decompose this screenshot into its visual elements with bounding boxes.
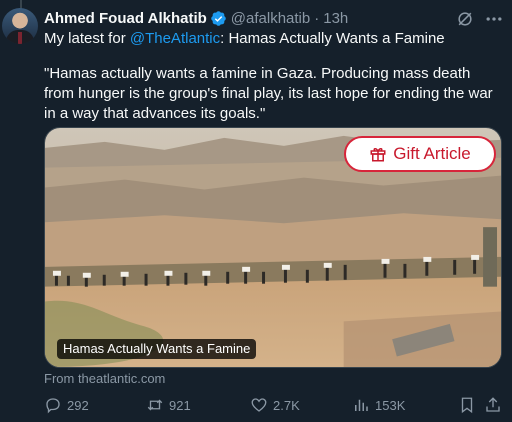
card-source[interactable]: From theatlantic.com <box>44 371 165 386</box>
repost-icon <box>147 399 163 411</box>
reply-button[interactable]: 292 <box>44 396 89 414</box>
verified-badge-icon <box>211 10 226 26</box>
like-button[interactable]: 2.7K <box>250 396 300 414</box>
like-count: 2.7K <box>273 397 300 413</box>
author-handle[interactable]: @afalkhatib <box>231 10 310 27</box>
author-name[interactable]: Ahmed Fouad Alkhatib <box>44 10 207 27</box>
views-icon <box>355 399 368 411</box>
bookmark-icon <box>461 397 473 414</box>
tweet-text-suffix: : Hamas Actually Wants a Famine <box>220 30 445 47</box>
reply-icon <box>46 398 60 414</box>
share-icon <box>486 397 500 412</box>
bookmark-button[interactable] <box>458 396 476 414</box>
tweet[interactable]: Ahmed Fouad Alkhatib @afalkhatib · 13h M… <box>0 0 512 422</box>
more-icon[interactable] <box>484 9 504 29</box>
avatar[interactable] <box>2 8 38 44</box>
views-count: 153K <box>375 397 406 413</box>
separator-dot: · <box>314 9 320 27</box>
grok-icon[interactable] <box>455 9 475 29</box>
repost-button[interactable]: 921 <box>146 396 191 414</box>
like-icon <box>251 398 267 412</box>
gift-icon <box>370 148 386 162</box>
views-button[interactable]: 153K <box>352 396 405 414</box>
reply-count: 292 <box>67 397 89 413</box>
tweet-actions: 292 921 2.7K 153K <box>44 396 504 416</box>
card-title: Hamas Actually Wants a Famine <box>57 339 257 359</box>
repost-count: 921 <box>169 397 191 413</box>
share-button[interactable] <box>484 396 502 414</box>
mention-link[interactable]: @TheAtlantic <box>130 30 220 47</box>
link-card[interactable]: Gift Article Hamas Actually Wants a Fami… <box>44 127 502 368</box>
tweet-text-line: My latest for @TheAtlantic: Hamas Actual… <box>44 29 504 49</box>
tweet-quote: "Hamas actually wants a famine in Gaza. … <box>44 65 493 122</box>
tweet-header: Ahmed Fouad Alkhatib @afalkhatib · 13h <box>44 8 348 28</box>
tweet-text-prefix: My latest for <box>44 30 130 47</box>
gift-article-label: Gift Article <box>393 144 471 163</box>
tweet-time[interactable]: 13h <box>323 10 348 27</box>
gift-article-button[interactable]: Gift Article <box>344 136 496 172</box>
